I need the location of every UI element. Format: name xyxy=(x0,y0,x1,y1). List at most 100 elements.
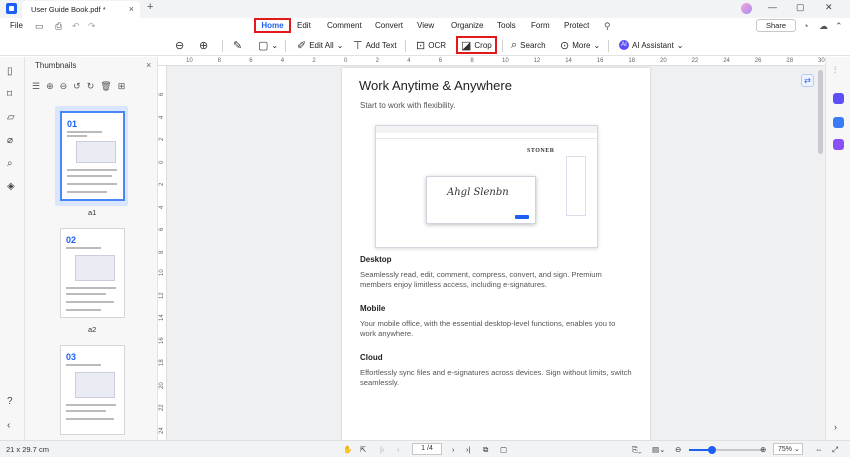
collapse-left-icon[interactable]: ‹ xyxy=(7,420,10,431)
ai-chat-icon[interactable] xyxy=(833,93,844,104)
restore-button[interactable]: ▢ xyxy=(796,2,805,13)
properties-icon[interactable]: ⫶ xyxy=(834,65,836,76)
ai-assistant-button[interactable]: AI AI Assistant ⌄ xyxy=(619,38,684,52)
crop-button[interactable]: ◪ Crop xyxy=(456,36,497,54)
minimize-button[interactable]: — xyxy=(768,2,777,12)
more-button[interactable]: ⊙ More ⌄ xyxy=(560,38,600,52)
thumbnails-icon[interactable]: ▯ xyxy=(7,66,13,77)
print-icon[interactable]: ⎙ xyxy=(55,21,62,32)
attachment-icon[interactable]: ⌀ xyxy=(7,135,13,146)
search-icon[interactable]: ⌕ xyxy=(7,158,13,169)
document-viewer[interactable]: 10 8 6 4 2 0 2 4 6 8 10 12 14 16 18 20 22 24 26 28 30 642024… xyxy=(158,57,825,440)
notification-icon[interactable]: ◔ xyxy=(803,21,808,31)
more-label: More xyxy=(572,40,591,50)
menu-form[interactable]: Form xyxy=(531,21,550,30)
highlight-button[interactable]: ✎ xyxy=(233,38,242,52)
undo-icon[interactable]: ↶ xyxy=(72,21,80,32)
save-icon[interactable]: ▭ xyxy=(35,21,44,32)
edit-all-button[interactable]: ✐ Edit All ⌄ xyxy=(297,38,343,52)
chevron-down-icon: ⌄ xyxy=(593,40,601,50)
thumbnail-page-3[interactable]: 03 xyxy=(60,345,125,435)
rotate-left-icon[interactable]: ↺ xyxy=(73,81,81,92)
close-tab-icon[interactable]: × xyxy=(129,4,134,14)
zoom-slider-handle[interactable] xyxy=(707,446,716,454)
fit-width-icon[interactable]: ⇔ xyxy=(815,445,823,454)
menu-protect[interactable]: Protect xyxy=(564,21,589,30)
translate-icon[interactable]: ⇄ xyxy=(801,74,814,87)
menu-icon[interactable]: ☰ xyxy=(32,81,40,92)
prev-page-icon[interactable]: ‹ xyxy=(397,445,400,454)
zoom-in-icon[interactable]: ⊕ xyxy=(760,445,766,454)
menu-view[interactable]: View xyxy=(417,21,434,30)
ocr-button[interactable]: ⊡ OCR xyxy=(416,38,446,52)
expand-icon[interactable]: ⌃ xyxy=(835,21,843,32)
thumbnail-page-number: 02 xyxy=(66,235,77,245)
cloud-upload-icon[interactable]: ☁ xyxy=(819,21,828,32)
fullscreen-icon[interactable]: ⤢ xyxy=(832,445,838,455)
menu-organize[interactable]: Organize xyxy=(451,21,483,30)
zoom-out-button[interactable]: ⊖ xyxy=(175,38,184,52)
view-mode-icon[interactable]: ▤⌄ xyxy=(652,445,665,454)
fit-page-icon[interactable]: ▢ xyxy=(500,445,507,454)
left-rail: ▯ ⌑ ▱ ⌀ ⌕ ◈ ? ‹ xyxy=(0,57,25,440)
first-page-icon[interactable]: |‹ xyxy=(380,445,384,454)
comment-icon[interactable]: ▱ xyxy=(7,112,15,123)
zoom-out-icon[interactable]: ⊖ xyxy=(60,81,68,92)
rotate-view-icon[interactable]: ⧉ xyxy=(483,445,488,455)
more-icon: ⊙ xyxy=(560,39,570,52)
zoom-in-button[interactable]: ⊕ xyxy=(199,38,208,52)
page-subtitle: Start to work with flexibility. xyxy=(360,101,456,110)
redo-icon[interactable]: ↷ xyxy=(88,21,96,32)
page-mode-icon[interactable]: ⎘⌄ xyxy=(632,445,642,455)
page-number-input[interactable]: 1 /4 xyxy=(412,443,442,455)
embedded-screenshot: STONER Ahgl Slenbn xyxy=(375,125,598,248)
ruler-tick-label: 14 xyxy=(565,58,572,64)
document-tab[interactable]: User Guide Book.pdf * × xyxy=(22,1,140,18)
zoom-in-icon[interactable]: ⊕ xyxy=(46,81,54,92)
pin-icon[interactable]: ⚲ xyxy=(604,21,611,32)
close-panel-icon[interactable]: × xyxy=(146,60,151,70)
new-tab-button[interactable]: + xyxy=(147,1,153,13)
vertical-scrollbar[interactable] xyxy=(818,70,823,154)
avatar[interactable] xyxy=(741,3,752,14)
divider xyxy=(502,40,503,52)
shape-dropdown[interactable]: ▢ ⌄ xyxy=(258,38,278,52)
menu-convert[interactable]: Convert xyxy=(375,21,403,30)
search-button[interactable]: ⌕ Search xyxy=(511,38,546,52)
add-text-button[interactable]: ⊤ Add Text xyxy=(353,38,397,52)
section-text-mobile: Your mobile office, with the essential d… xyxy=(360,319,616,339)
edit-icon: ✐ xyxy=(297,39,307,52)
thumbnail-page-1[interactable]: 01 xyxy=(60,111,125,201)
bookmark-icon[interactable]: ⌑ xyxy=(7,89,12,100)
zoom-slider[interactable] xyxy=(689,446,764,454)
zoom-level-select[interactable]: 75% ⌄ xyxy=(773,443,803,455)
help-icon[interactable]: ? xyxy=(7,396,13,407)
menu-comment[interactable]: Comment xyxy=(327,21,362,30)
layers-icon[interactable]: ◈ xyxy=(7,181,15,192)
delete-icon[interactable]: 🗑 xyxy=(100,81,111,92)
close-window-button[interactable]: ✕ xyxy=(825,2,833,13)
hand-tool-icon[interactable]: ✋ xyxy=(343,445,352,454)
ruler-tick-label: 16 xyxy=(159,336,165,344)
insert-page-icon[interactable]: ⊞ xyxy=(118,81,126,92)
ruler-tick-label: 22 xyxy=(691,58,699,64)
menu-home[interactable]: Home xyxy=(254,18,291,33)
last-page-icon[interactable]: ›| xyxy=(466,445,470,454)
signature-image: Ahgl Slenbn xyxy=(447,187,509,198)
ai-tools-icon[interactable] xyxy=(833,139,844,150)
menu-tools[interactable]: Tools xyxy=(497,21,516,30)
menu-edit[interactable]: Edit xyxy=(297,21,311,30)
select-tool-icon[interactable]: ⇱ xyxy=(360,445,366,454)
search-label: Search xyxy=(520,40,546,50)
share-button[interactable]: Share xyxy=(756,19,796,32)
collapse-right-icon[interactable]: › xyxy=(834,422,837,432)
zoom-out-icon[interactable]: ⊖ xyxy=(675,445,681,454)
translate-app-icon[interactable] xyxy=(833,117,844,128)
menu-file[interactable]: File xyxy=(10,21,23,30)
pdf-page[interactable]: Work Anytime & Anywhere Start to work wi… xyxy=(342,68,650,440)
divider xyxy=(405,40,406,52)
thumbnail-page-2[interactable]: 02 xyxy=(60,228,125,318)
next-page-icon[interactable]: › xyxy=(452,445,455,454)
ruler-tick-label: 26 xyxy=(754,58,762,64)
rotate-right-icon[interactable]: ↻ xyxy=(87,81,95,92)
